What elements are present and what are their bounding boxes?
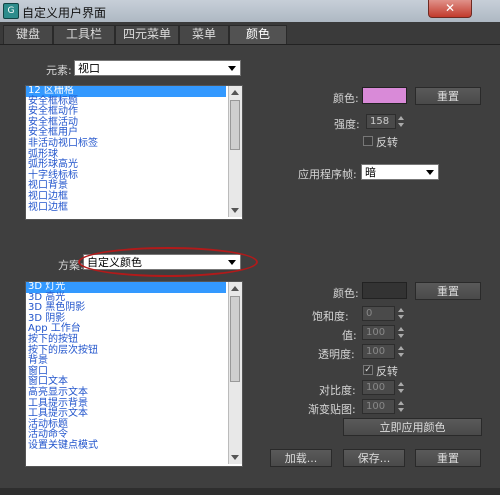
intensity-label: 强度: — [334, 118, 360, 131]
scheme-dropdown[interactable]: 自定义颜色 — [83, 254, 241, 270]
intensity-spinner[interactable]: 158 — [366, 114, 408, 129]
element-reset-button[interactable]: 重置 — [415, 87, 481, 105]
chevron-down-icon — [426, 170, 434, 175]
element-color-label: 颜色: — [333, 92, 359, 105]
app-frame-label: 应用程序帧: — [298, 168, 357, 181]
contrast-label: 对比度: — [319, 384, 356, 397]
transparency-label: 透明度: — [318, 348, 355, 361]
spinner-arrows-icon[interactable] — [397, 306, 406, 321]
app-frame-dropdown[interactable]: 暗 — [361, 164, 439, 180]
title-bar: G 自定义用户界面 ✕ — [0, 0, 500, 23]
app-icon: G — [3, 3, 19, 19]
scheme-reset-button[interactable]: 重置 — [415, 282, 481, 300]
value-label: 值: — [342, 329, 357, 342]
tab-quad-menus[interactable]: 四元菜单 — [115, 25, 179, 44]
scheme-dropdown-value: 自定义颜色 — [87, 256, 142, 269]
list-item[interactable]: 12 区栅格 — [26, 86, 226, 97]
list-item[interactable]: 按下的按钮 — [26, 334, 226, 346]
spinner-arrows-icon[interactable] — [397, 114, 406, 129]
transparency-spinner[interactable]: 100 — [362, 344, 408, 359]
app-frame-dropdown-value: 暗 — [365, 166, 376, 179]
close-button[interactable]: ✕ — [428, 0, 472, 18]
value-field[interactable]: 100 — [362, 325, 395, 340]
invert-checkbox-bottom[interactable]: ✓ — [363, 365, 373, 375]
scheme-scrollbar[interactable] — [228, 282, 242, 464]
scroll-thumb[interactable] — [230, 100, 240, 150]
elements-list[interactable]: 12 区栅格 安全框标题 安全框动作 安全框活动 安全框用户 非活动视口标签 弧… — [25, 85, 243, 220]
list-item[interactable]: 按下的层次按钮 — [26, 345, 226, 357]
list-item[interactable]: 非活动视口标签 — [26, 138, 226, 150]
list-item[interactable]: 视口边框 — [26, 202, 226, 214]
scroll-up-icon[interactable] — [231, 90, 239, 95]
scroll-down-icon[interactable] — [231, 208, 239, 213]
chevron-down-icon — [228, 66, 236, 71]
gradient-map-label: 渐变贴图: — [308, 403, 356, 416]
scroll-thumb[interactable] — [230, 296, 240, 382]
load-button[interactable]: 加载... — [270, 449, 332, 467]
scroll-up-icon[interactable] — [231, 286, 239, 291]
apply-colors-button[interactable]: 立即应用颜色 — [343, 418, 482, 436]
invert-checkbox-top[interactable] — [363, 136, 373, 146]
scheme-color-label: 颜色: — [333, 287, 359, 300]
tab-colors[interactable]: 颜色 — [229, 25, 287, 44]
list-item[interactable]: 视口边框 — [26, 191, 226, 203]
save-button[interactable]: 保存... — [343, 449, 405, 467]
list-item[interactable]: 背景 — [26, 356, 226, 367]
reset-all-button[interactable]: 重置 — [415, 449, 481, 467]
contrast-field[interactable]: 100 — [362, 380, 395, 395]
status-strip — [0, 488, 500, 495]
spinner-arrows-icon[interactable] — [397, 380, 406, 395]
value-spinner[interactable]: 100 — [362, 325, 408, 340]
contrast-spinner[interactable]: 100 — [362, 380, 408, 395]
scheme-list[interactable]: 3D 灯光 3D 高光 3D 黑色阴影 3D 阴影 App 工作台 按下的按钮 … — [25, 281, 243, 467]
scheme-label: 方案: — [58, 259, 84, 272]
elements-scrollbar[interactable] — [228, 86, 242, 217]
spinner-arrows-icon[interactable] — [397, 325, 406, 340]
tab-keyboard[interactable]: 键盘 — [3, 25, 53, 44]
elements-dropdown[interactable]: 视口 — [74, 60, 241, 76]
spinner-arrows-icon[interactable] — [397, 344, 406, 359]
tab-toolbars[interactable]: 工具栏 — [53, 25, 115, 44]
gradient-map-spinner[interactable]: 100 — [362, 399, 408, 414]
scroll-down-icon[interactable] — [231, 455, 239, 460]
window-title: 自定义用户界面 — [22, 6, 107, 20]
gradient-map-field[interactable]: 100 — [362, 399, 395, 414]
element-color-swatch[interactable] — [362, 87, 407, 104]
scheme-color-swatch[interactable] — [362, 282, 407, 299]
list-item[interactable]: 设置关键点模式 — [26, 440, 226, 452]
invert-label-top: 反转 — [376, 136, 398, 149]
spinner-arrows-icon[interactable] — [397, 399, 406, 414]
list-item[interactable]: 3D 灯光 — [26, 282, 226, 293]
intensity-field[interactable]: 158 — [366, 114, 396, 129]
tab-bar: 键盘 工具栏 四元菜单 菜单 颜色 — [0, 22, 500, 45]
invert-label-bottom: 反转 — [376, 365, 398, 378]
elements-dropdown-value: 视口 — [78, 62, 100, 75]
list-item[interactable]: 高亮显示文本 — [26, 387, 226, 399]
saturation-field[interactable]: 0 — [362, 306, 395, 321]
saturation-spinner[interactable]: 0 — [362, 306, 408, 321]
tab-menus[interactable]: 菜单 — [179, 25, 229, 44]
saturation-label: 饱和度: — [312, 310, 349, 323]
elements-label: 元素: — [46, 64, 72, 77]
transparency-field[interactable]: 100 — [362, 344, 395, 359]
chevron-down-icon — [228, 260, 236, 265]
